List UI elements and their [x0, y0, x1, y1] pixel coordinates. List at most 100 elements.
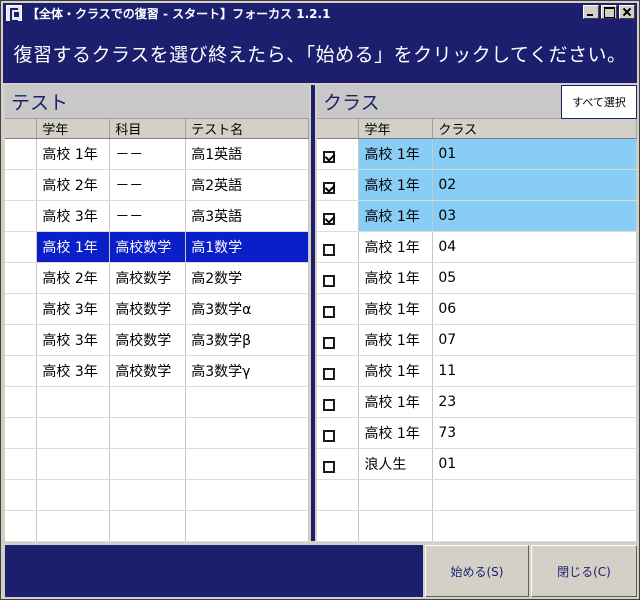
test-name-cell: 高3英語 [185, 200, 309, 232]
class-row[interactable]: 浪人生 01 [317, 448, 637, 480]
tests-panel-header: テスト [5, 85, 309, 119]
row-gutter [5, 448, 38, 480]
checkbox-cell [317, 448, 360, 480]
class-name-cell: 05 [432, 262, 637, 294]
close-icon[interactable] [619, 5, 635, 19]
empty-row [317, 510, 637, 542]
class-row[interactable]: 高校 1年 02 [317, 169, 637, 201]
class-row[interactable]: 高校 1年 73 [317, 417, 637, 449]
instruction-banner: 復習するクラスを選び終えたら、「始める」をクリックしてください。 [3, 23, 637, 83]
column-header-test-name[interactable]: テスト名 [185, 119, 309, 139]
empty-row [5, 386, 309, 418]
row-gutter [5, 510, 38, 542]
class-grade-cell [358, 510, 434, 542]
pane-splitter[interactable] [309, 85, 317, 541]
checkbox-cell [317, 479, 360, 511]
test-grade-cell: 高校 3年 [36, 293, 111, 325]
class-checkbox[interactable] [323, 182, 335, 194]
test-row[interactable]: 高校 1年 －－ 高1英語 [5, 138, 309, 170]
class-grade-cell: 高校 1年 [358, 417, 434, 449]
empty-row [5, 448, 309, 480]
class-grade-cell: 高校 1年 [358, 169, 434, 201]
start-button[interactable]: 始める(S) [425, 545, 529, 597]
row-gutter [5, 417, 38, 449]
class-checkbox[interactable] [323, 337, 335, 349]
select-all-button[interactable]: すべて選択 [561, 85, 637, 119]
class-row[interactable]: 高校 1年 06 [317, 293, 637, 325]
class-row[interactable]: 高校 1年 03 [317, 200, 637, 232]
class-row[interactable]: 高校 1年 04 [317, 231, 637, 263]
class-checkbox[interactable] [323, 244, 335, 256]
column-header-grade[interactable]: 学年 [36, 119, 111, 139]
test-row[interactable]: 高校 3年 高校数学 高3数学β [5, 324, 309, 356]
row-gutter [5, 200, 38, 232]
classes-panel-title: クラス [323, 92, 380, 114]
test-subject-cell: 高校数学 [109, 355, 187, 387]
class-name-cell: 01 [432, 138, 637, 170]
minimize-icon[interactable] [583, 5, 599, 19]
class-grade-cell: 高校 1年 [358, 293, 434, 325]
class-row[interactable]: 高校 1年 01 [317, 138, 637, 170]
empty-row [317, 479, 637, 511]
class-row[interactable]: 高校 1年 11 [317, 355, 637, 387]
class-checkbox[interactable] [323, 368, 335, 380]
class-checkbox[interactable] [323, 275, 335, 287]
maximize-icon[interactable] [601, 5, 617, 19]
test-subject-cell [109, 448, 187, 480]
close-button[interactable]: 閉じる(C) [531, 545, 637, 597]
class-name-cell: 04 [432, 231, 637, 263]
test-row[interactable]: 高校 1年 高校数学 高1数学 [5, 231, 309, 263]
class-checkbox[interactable] [323, 399, 335, 411]
test-grade-cell [36, 448, 111, 480]
test-grade-cell: 高校 3年 [36, 355, 111, 387]
column-header-subject[interactable]: 科目 [109, 119, 187, 139]
test-row[interactable]: 高校 3年 高校数学 高3数学γ [5, 355, 309, 387]
test-grade-cell: 高校 3年 [36, 324, 111, 356]
class-grade-cell [358, 479, 434, 511]
test-subject-cell [109, 510, 187, 542]
test-subject-cell: 高校数学 [109, 293, 187, 325]
title-bar[interactable]: 【全体・クラスでの復習 - スタート】フォーカス 1.2.1 [3, 3, 637, 23]
class-checkbox[interactable] [323, 151, 335, 163]
test-subject-cell [109, 386, 187, 418]
row-header-corner [317, 119, 360, 139]
instruction-text: 復習するクラスを選び終えたら、「始める」をクリックしてください。 [13, 43, 627, 66]
test-row[interactable]: 高校 2年 高校数学 高2数学 [5, 262, 309, 294]
row-gutter [5, 479, 38, 511]
empty-row [5, 510, 309, 542]
test-subject-cell: －－ [109, 200, 187, 232]
tests-panel-title: テスト [11, 92, 69, 114]
test-name-cell [185, 417, 309, 449]
empty-row [5, 417, 309, 449]
test-row[interactable]: 高校 3年 －－ 高3英語 [5, 200, 309, 232]
test-subject-cell: 高校数学 [109, 231, 187, 263]
checkbox-cell [317, 231, 360, 263]
checkbox-cell [317, 324, 360, 356]
class-row[interactable]: 高校 1年 05 [317, 262, 637, 294]
class-checkbox[interactable] [323, 461, 335, 473]
class-checkbox[interactable] [323, 213, 335, 225]
checkbox-cell [317, 138, 360, 170]
checkbox-cell [317, 355, 360, 387]
test-name-cell: 高1英語 [185, 138, 309, 170]
class-name-cell: 02 [432, 169, 637, 201]
row-gutter [5, 231, 38, 263]
test-name-cell: 高1数学 [185, 231, 309, 263]
class-row[interactable]: 高校 1年 07 [317, 324, 637, 356]
checkbox-cell [317, 510, 360, 542]
class-grade-cell: 浪人生 [358, 448, 434, 480]
window-controls [581, 5, 635, 19]
test-name-cell: 高2英語 [185, 169, 309, 201]
class-checkbox[interactable] [323, 430, 335, 442]
class-checkbox[interactable] [323, 306, 335, 318]
class-grade-cell: 高校 1年 [358, 138, 434, 170]
test-grade-cell: 高校 2年 [36, 169, 111, 201]
footer-bar [5, 545, 423, 597]
test-row[interactable]: 高校 2年 －－ 高2英語 [5, 169, 309, 201]
column-header-class[interactable]: クラス [432, 119, 637, 139]
class-grade-cell: 高校 1年 [358, 355, 434, 387]
test-row[interactable]: 高校 3年 高校数学 高3数学α [5, 293, 309, 325]
column-header-grade[interactable]: 学年 [358, 119, 434, 139]
checkbox-cell [317, 386, 360, 418]
class-row[interactable]: 高校 1年 23 [317, 386, 637, 418]
